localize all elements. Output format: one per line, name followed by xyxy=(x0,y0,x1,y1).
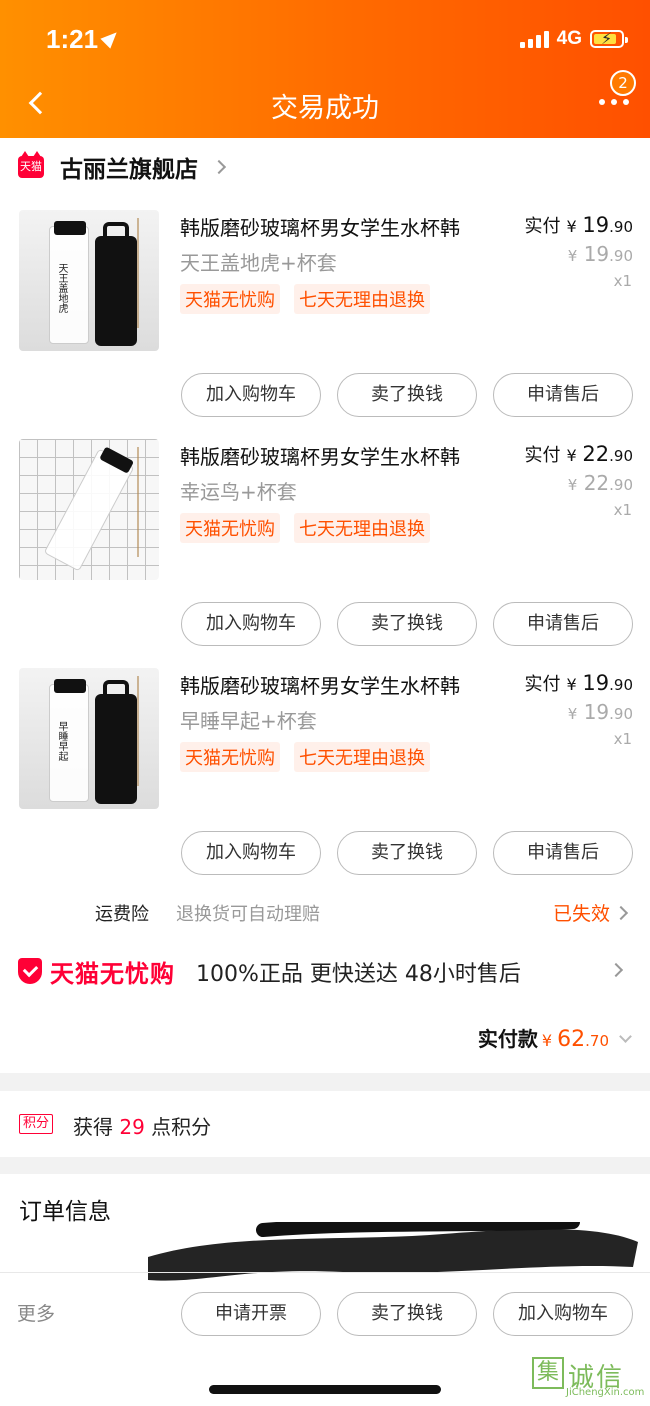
assurance-brand: 天猫无忧购 xyxy=(50,960,175,988)
page-title: 交易成功 xyxy=(271,93,379,124)
total-decimal: .70 xyxy=(585,1032,609,1050)
shield-icon xyxy=(18,958,42,984)
order-item: 天王盖地虎 韩版磨砂玻璃杯男女学生水杯韩 天王盖地虎+杯套 天猫无忧购 七天无理… xyxy=(0,210,650,439)
original-price: ¥ 19.90 xyxy=(567,242,633,266)
freight-status: 已失效 xyxy=(552,903,610,925)
original-price: ¥ 22.90 xyxy=(567,471,633,495)
total-integer: 62 xyxy=(557,1027,586,1052)
resell-button[interactable]: 卖了换钱 xyxy=(337,373,477,417)
service-tags: 天猫无忧购 七天无理由退换 xyxy=(180,513,430,543)
freight-desc: 退换货可自动理赔 xyxy=(176,904,320,925)
tag-tmall-assurance: 天猫无忧购 xyxy=(180,284,280,314)
chevron-right-icon xyxy=(613,905,629,921)
product-image[interactable]: 早睡早起 xyxy=(19,668,159,809)
quantity: x1 xyxy=(613,730,632,748)
add-to-cart-button[interactable]: 加入购物车 xyxy=(181,831,321,875)
after-sales-button[interactable]: 申请售后 xyxy=(493,831,633,875)
shop-header[interactable]: 天猫 古丽兰旗舰店 xyxy=(18,150,227,184)
tmall-assurance-row[interactable]: 天猫无忧购 100%正品 更快送达 48小时售后 xyxy=(18,950,633,994)
product-title[interactable]: 韩版磨砂玻璃杯男女学生水杯韩 xyxy=(180,212,460,241)
after-sales-button[interactable]: 申请售后 xyxy=(493,373,633,417)
order-info-title: 订单信息 xyxy=(19,1199,111,1225)
location-arrow-icon xyxy=(100,27,122,49)
resell-button[interactable]: 卖了换钱 xyxy=(337,831,477,875)
product-sku: 早睡早起+杯套 xyxy=(180,709,317,733)
resell-button[interactable]: 卖了换钱 xyxy=(337,602,477,646)
watermark-sub: JiChengXin.com xyxy=(566,1387,645,1398)
time-text: 1:21 xyxy=(46,24,99,54)
total-label: 实付款 xyxy=(477,1027,538,1051)
points-text: 获得 29 点积分 xyxy=(73,1115,212,1139)
add-to-cart-button[interactable]: 加入购物车 xyxy=(181,602,321,646)
resell-button[interactable]: 卖了换钱 xyxy=(337,1292,477,1336)
assurance-points: 100%正品 更快送达 48小时售后 xyxy=(196,962,521,987)
tag-seven-day-return: 七天无理由退换 xyxy=(294,742,430,772)
tag-tmall-assurance: 天猫无忧购 xyxy=(180,742,280,772)
more-link[interactable]: 更多 xyxy=(17,1299,55,1326)
tmall-logo-icon: 天猫 xyxy=(18,151,44,178)
points-value: 29 xyxy=(119,1115,145,1139)
shop-name: 古丽兰旗舰店 xyxy=(60,157,198,183)
request-invoice-button[interactable]: 申请开票 xyxy=(181,1292,321,1336)
chevron-down-icon xyxy=(619,1030,632,1043)
product-sku: 天王盖地虎+杯套 xyxy=(180,251,337,275)
order-item: 早睡早起 韩版磨砂玻璃杯男女学生水杯韩 早睡早起+杯套 天猫无忧购 七天无理由退… xyxy=(0,668,650,897)
chevron-right-icon xyxy=(608,962,624,978)
product-title[interactable]: 韩版磨砂玻璃杯男女学生水杯韩 xyxy=(180,441,460,470)
status-indicators: 4G ⚡ xyxy=(519,28,628,50)
paid-price: 实付 ¥ 19.90 xyxy=(524,671,633,695)
watermark-logo: 集 诚信 JiChengXin.com xyxy=(530,1355,645,1399)
service-tags: 天猫无忧购 七天无理由退换 xyxy=(180,284,430,314)
home-indicator[interactable] xyxy=(209,1385,441,1394)
add-to-cart-button[interactable]: 加入购物车 xyxy=(493,1292,633,1336)
product-image[interactable] xyxy=(19,439,159,580)
signal-icon xyxy=(519,30,549,48)
order-item: 韩版磨砂玻璃杯男女学生水杯韩 幸运鸟+杯套 天猫无忧购 七天无理由退换 实付 ¥ … xyxy=(0,439,650,668)
product-title[interactable]: 韩版磨砂玻璃杯男女学生水杯韩 xyxy=(180,670,460,699)
paid-price: 实付 ¥ 19.90 xyxy=(524,213,633,237)
product-sku: 幸运鸟+杯套 xyxy=(180,480,297,504)
notification-badge: 2 xyxy=(610,70,636,96)
points-tag: 积分 xyxy=(19,1114,54,1134)
service-tags: 天猫无忧购 七天无理由退换 xyxy=(180,742,430,772)
paid-price: 实付 ¥ 22.90 xyxy=(524,442,633,466)
points-card: 积分 获得 29 点积分 xyxy=(0,1091,650,1157)
network-type: 4G xyxy=(556,28,582,49)
freight-label: 运费险 xyxy=(95,904,149,925)
product-image[interactable]: 天王盖地虎 xyxy=(19,210,159,351)
quantity: x1 xyxy=(613,501,632,519)
header: 1:21 4G ⚡ 交易成功 2 xyxy=(0,0,650,138)
status-time: 1:21 xyxy=(46,24,122,55)
tag-seven-day-return: 七天无理由退换 xyxy=(294,513,430,543)
after-sales-button[interactable]: 申请售后 xyxy=(493,602,633,646)
watermark-box: 集 xyxy=(532,1357,564,1389)
tag-seven-day-return: 七天无理由退换 xyxy=(294,284,430,314)
order-total[interactable]: 实付款 ¥ 62.70 xyxy=(477,1023,632,1052)
quantity: x1 xyxy=(613,272,632,290)
add-to-cart-button[interactable]: 加入购物车 xyxy=(181,373,321,417)
bottom-action-bar: 更多 申请开票 卖了换钱 加入购物车 xyxy=(0,1273,650,1353)
currency-symbol: ¥ xyxy=(541,1031,553,1050)
original-price: ¥ 19.90 xyxy=(567,700,633,724)
battery-icon: ⚡ xyxy=(590,30,628,48)
freight-insurance-row[interactable]: 运费险 退换货可自动理赔 已失效 xyxy=(0,898,650,928)
tag-tmall-assurance: 天猫无忧购 xyxy=(180,513,280,543)
chevron-right-icon xyxy=(211,159,227,175)
